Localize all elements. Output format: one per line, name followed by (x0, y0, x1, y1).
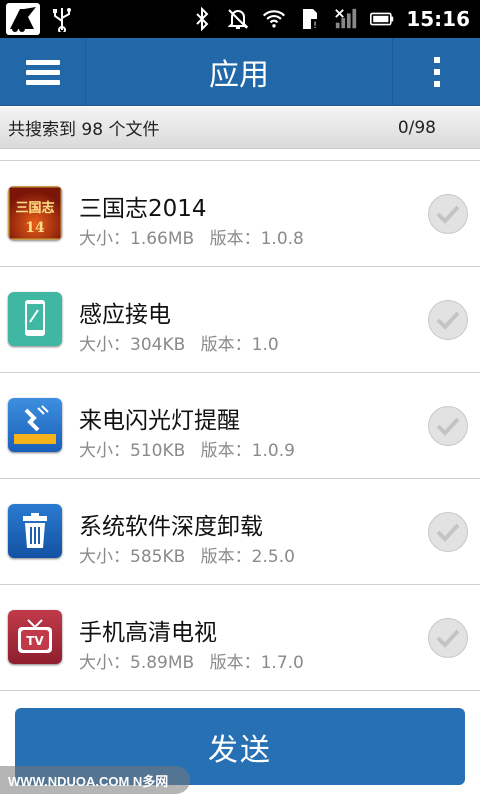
list-item[interactable]: 三国志 14 三国志2014 大小：1.66MB 版本：1.0.8 (0, 161, 480, 267)
phone-sensor-icon (8, 292, 62, 346)
app-notification-icon (6, 3, 40, 35)
page-title: 应用 (209, 58, 269, 93)
app-meta: 大小：585KB 版本：2.5.0 (79, 542, 305, 567)
app-version: 版本：1.0 (200, 335, 279, 355)
app-version: 版本：1.0.8 (209, 229, 304, 249)
battery-icon (370, 7, 394, 31)
wifi-icon (262, 7, 286, 31)
list-item[interactable]: 感应接电 大小：304KB 版本：1.0 (0, 267, 480, 373)
muted-bell-icon (226, 7, 250, 31)
app-version: 版本：1.7.0 (209, 653, 304, 673)
signal-icon (334, 7, 358, 31)
overflow-menu-icon[interactable] (392, 38, 480, 106)
app-size: 大小：304KB (79, 335, 186, 355)
hamburger-menu-icon[interactable] (0, 38, 86, 106)
app-name: 三国志2014 (79, 196, 207, 222)
app-size: 大小：510KB (79, 441, 186, 461)
app-version: 版本：2.5.0 (200, 547, 295, 567)
sd-card-icon: ! (298, 7, 322, 31)
trash-icon (8, 504, 62, 558)
app-name: 感应接电 (79, 302, 171, 328)
check-icon (436, 629, 460, 648)
bluetooth-icon (190, 7, 214, 31)
tv-icon: TV (8, 610, 62, 664)
check-icon (436, 417, 460, 436)
flash-alert-icon (8, 398, 62, 452)
select-checkbox[interactable] (428, 618, 468, 658)
search-summary-bar: 共搜索到 98 个文件 0/98 (0, 107, 480, 149)
app-meta: 大小：510KB 版本：1.0.9 (79, 436, 305, 461)
app-name: 系统软件深度卸载 (79, 514, 263, 540)
svg-text:14: 14 (25, 220, 45, 236)
app-size: 大小：5.89MB (79, 653, 195, 673)
app-size: 大小：585KB (79, 547, 186, 567)
action-bar: 应用 (0, 38, 480, 106)
select-checkbox[interactable] (428, 300, 468, 340)
app-list: 三国志 14 三国志2014 大小：1.66MB 版本：1.0.8 感应接电 大… (0, 160, 480, 691)
app-name: 手机高清电视 (79, 620, 217, 646)
app-meta: 大小：5.89MB 版本：1.7.0 (79, 648, 314, 673)
select-checkbox[interactable] (428, 406, 468, 446)
app-version: 版本：1.0.9 (200, 441, 295, 461)
list-item[interactable]: 来电闪光灯提醒 大小：510KB 版本：1.0.9 (0, 373, 480, 479)
list-item[interactable]: TV 手机高清电视 大小：5.89MB 版本：1.7.0 (0, 585, 480, 691)
select-checkbox[interactable] (428, 512, 468, 552)
svg-text:!: ! (314, 21, 318, 31)
svg-text:三国志: 三国志 (15, 200, 54, 216)
watermark: WWW.NDUOA.COM N多网 (0, 766, 190, 794)
svg-text:TV: TV (26, 634, 44, 648)
select-checkbox[interactable] (428, 194, 468, 234)
status-bar: ! 15:16 (0, 0, 480, 38)
search-result-count: 共搜索到 98 个文件 (8, 120, 160, 140)
usb-icon (50, 7, 74, 32)
app-meta: 大小：304KB 版本：1.0 (79, 330, 289, 355)
app-name: 来电闪光灯提醒 (79, 408, 240, 434)
app-meta: 大小：1.66MB 版本：1.0.8 (79, 224, 314, 249)
check-icon (436, 205, 460, 224)
three-kingdoms-game-icon: 三国志 14 (8, 186, 62, 240)
clock: 15:16 (406, 7, 470, 31)
check-icon (436, 523, 460, 542)
app-size: 大小：1.66MB (79, 229, 195, 249)
check-icon (436, 311, 460, 330)
selection-count: 0/98 (397, 117, 436, 138)
list-item[interactable]: 系统软件深度卸载 大小：585KB 版本：2.5.0 (0, 479, 480, 585)
